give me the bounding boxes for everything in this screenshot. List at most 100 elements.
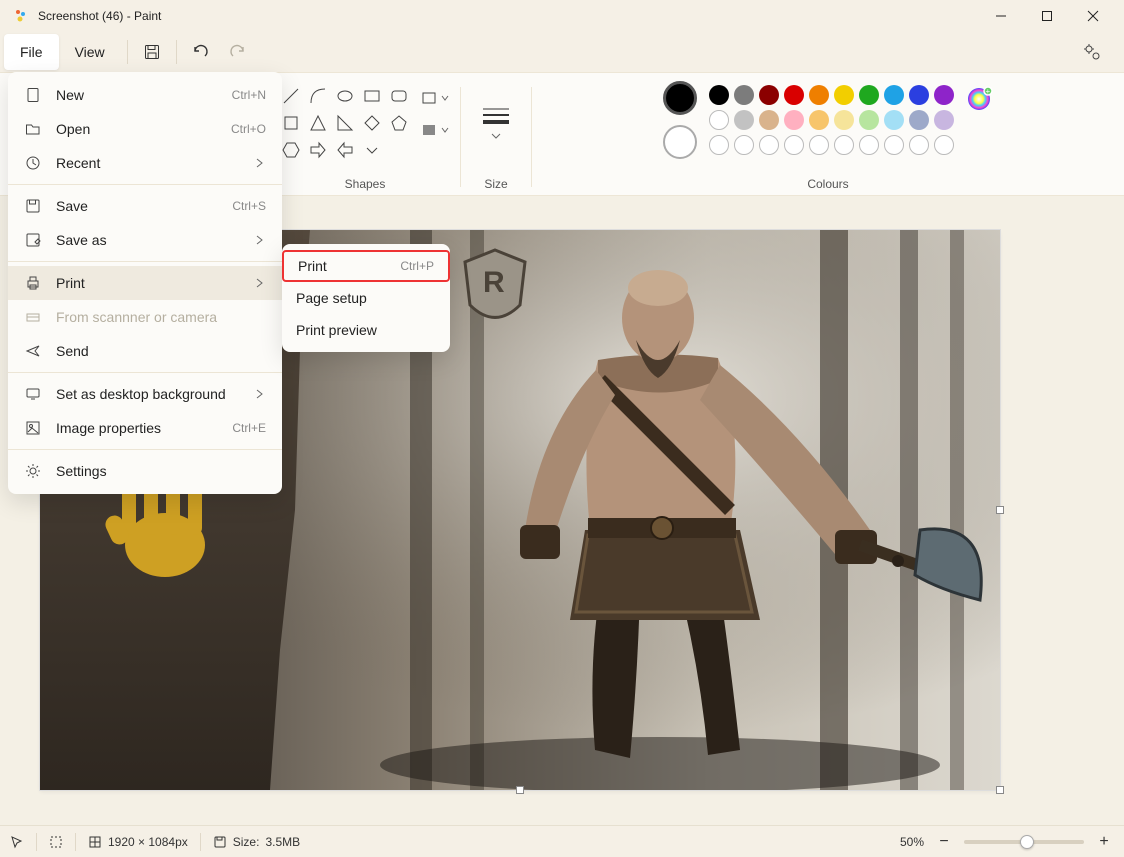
edit-colours-button[interactable]: + [966,85,994,113]
shape-outline[interactable] [420,85,450,111]
colours-label: Colours [807,177,848,191]
swatch[interactable] [934,110,954,130]
swatch[interactable] [734,85,754,105]
menu-save[interactable]: Save Ctrl+S [8,189,282,223]
arrow-left-shape[interactable] [334,139,356,161]
swatch[interactable] [859,110,879,130]
menu-print[interactable]: Print [8,266,282,300]
redo-button[interactable] [219,34,255,70]
menu-label: Save as [56,232,107,248]
menubar-separator [127,40,128,64]
save-icon [24,197,42,215]
submenu-label: Print preview [296,322,377,338]
resize-handle-right[interactable] [996,506,1004,514]
swatch[interactable] [884,110,904,130]
more-shapes[interactable] [361,139,383,161]
resize-handle-bottom[interactable] [516,786,524,794]
swatch[interactable] [909,85,929,105]
zoom-thumb[interactable] [1020,835,1034,849]
swatch[interactable] [859,85,879,105]
size-selector[interactable] [476,97,516,137]
menu-label: Open [56,121,90,137]
status-separator [75,833,76,851]
settings-button[interactable] [1074,34,1110,70]
shape-fill[interactable] [420,117,450,143]
menu-file[interactable]: File [4,34,59,70]
close-button[interactable] [1070,0,1116,32]
pentagon-shape[interactable] [388,112,410,134]
secondary-colour[interactable] [663,125,697,159]
minimize-button[interactable] [978,0,1024,32]
menu-open[interactable]: Open Ctrl+O [8,112,282,146]
menubar: File View [0,32,1124,72]
swatch[interactable] [834,110,854,130]
swatch[interactable] [809,85,829,105]
swatch-empty[interactable] [759,135,779,155]
save-quick-button[interactable] [134,34,170,70]
menu-image-properties[interactable]: Image properties Ctrl+E [8,411,282,445]
menu-separator [8,261,282,262]
new-icon [24,86,42,104]
hexagon-shape[interactable] [280,139,302,161]
swatch[interactable] [809,110,829,130]
menu-save-as[interactable]: Save as [8,223,282,257]
swatch-empty[interactable] [859,135,879,155]
menu-from-scanner: From scannner or camera [8,300,282,334]
maximize-button[interactable] [1024,0,1070,32]
swatch-empty[interactable] [834,135,854,155]
swatch-empty[interactable] [734,135,754,155]
ribbon-group-colours: + Colours [532,79,1124,197]
properties-icon [24,419,42,437]
menu-view[interactable]: View [59,34,121,70]
swatch[interactable] [934,85,954,105]
swatch[interactable] [759,85,779,105]
chevron-right-icon [254,388,266,400]
shapes-label: Shapes [345,177,386,191]
arrow-right-shape[interactable] [307,139,329,161]
swatch-empty[interactable] [709,135,729,155]
swatch[interactable] [734,110,754,130]
menu-settings[interactable]: Settings [8,454,282,488]
undo-button[interactable] [183,34,219,70]
menu-label: Set as desktop background [56,386,226,402]
oval-shape[interactable] [334,85,356,107]
swatch-empty[interactable] [934,135,954,155]
roundrect-shape[interactable] [388,85,410,107]
menu-set-desktop-bg[interactable]: Set as desktop background [8,377,282,411]
swatch-empty[interactable] [909,135,929,155]
rect-shape[interactable] [361,85,383,107]
submenu-print-preview[interactable]: Print preview [282,314,450,346]
menu-recent[interactable]: Recent [8,146,282,180]
submenu-print[interactable]: Print Ctrl+P [282,250,450,282]
swatch[interactable] [784,110,804,130]
swatch-empty[interactable] [809,135,829,155]
open-icon [24,120,42,138]
zoom-in-button[interactable]: + [1094,832,1114,852]
swatch[interactable] [784,85,804,105]
triangle-shape[interactable] [307,112,329,134]
swatch-empty[interactable] [884,135,904,155]
swatch[interactable] [884,85,904,105]
curve-shape[interactable] [307,85,329,107]
polygon-shape[interactable] [280,112,302,134]
zoom-slider[interactable] [964,840,1084,844]
menu-label: Save [56,198,88,214]
menu-new[interactable]: New Ctrl+N [8,78,282,112]
chevron-right-icon [254,277,266,289]
primary-colour[interactable] [663,81,697,115]
swatch[interactable] [759,110,779,130]
dimensions-text: 1920 × 1084px [108,835,188,849]
swatch[interactable] [709,85,729,105]
resize-handle-corner[interactable] [996,786,1004,794]
menu-separator [8,372,282,373]
diamond-shape[interactable] [361,112,383,134]
swatch-empty[interactable] [784,135,804,155]
swatch[interactable] [909,110,929,130]
menu-send[interactable]: Send [8,334,282,368]
zoom-out-button[interactable]: − [934,832,954,852]
right-triangle-shape[interactable] [334,112,356,134]
submenu-page-setup[interactable]: Page setup [282,282,450,314]
swatch[interactable] [709,110,729,130]
line-shape[interactable] [280,85,302,107]
swatch[interactable] [834,85,854,105]
